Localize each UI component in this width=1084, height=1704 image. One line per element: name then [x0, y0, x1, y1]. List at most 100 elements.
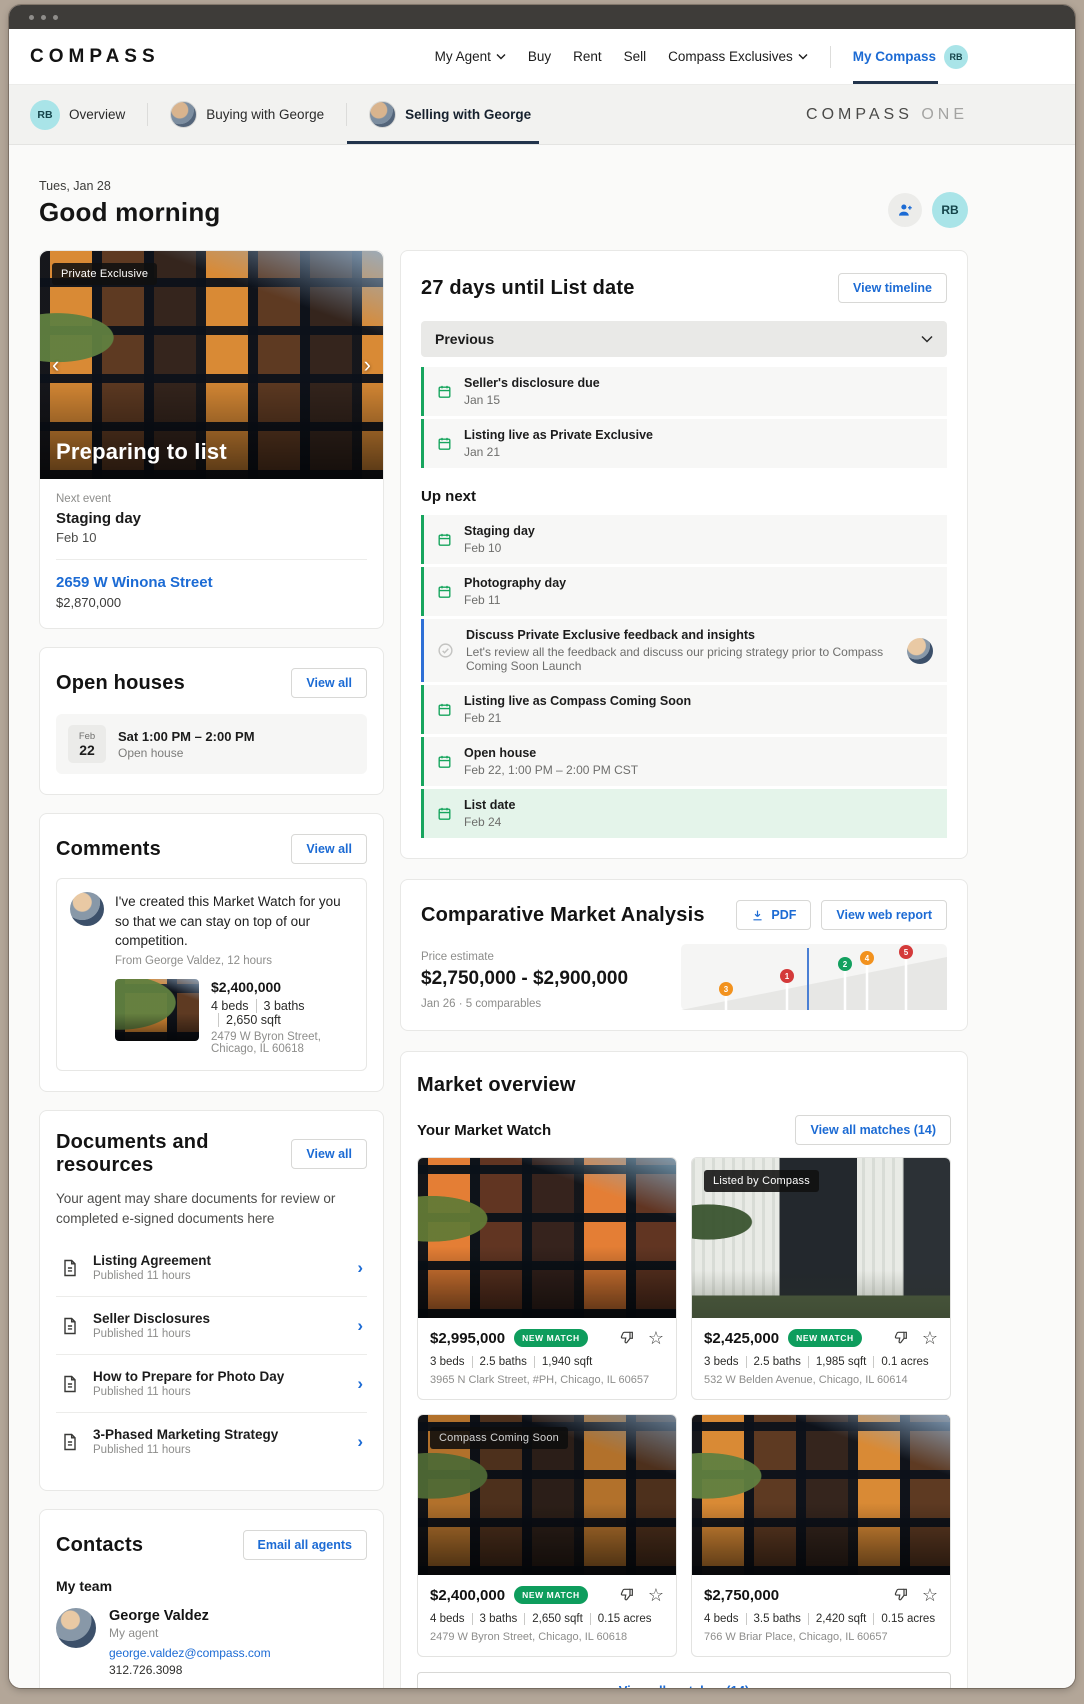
section-title: Market overview: [417, 1074, 576, 1096]
nav-rent[interactable]: Rent: [573, 49, 602, 64]
compass-one-logo: COMPASS ONE: [806, 106, 968, 124]
comment-property[interactable]: $2,400,000 4 beds 3 baths 2,650 sqft 2479 …: [115, 978, 353, 1055]
price-estimate-value: $2,750,000 - $2,900,000: [421, 968, 629, 989]
nav-my-agent[interactable]: My Agent: [435, 49, 506, 64]
star-icon[interactable]: ☆: [922, 1329, 938, 1347]
view-all-matches-button[interactable]: View all matches (14): [795, 1115, 951, 1145]
avatar[interactable]: RB: [944, 44, 968, 69]
carousel-prev-icon[interactable]: ‹: [52, 354, 59, 376]
contact-email-link[interactable]: george.valdez@compass.com: [109, 1646, 271, 1660]
document-name: 3-Phased Marketing Strategy: [93, 1427, 279, 1443]
star-icon[interactable]: ☆: [648, 1586, 664, 1604]
timeline-event[interactable]: Open house Feb 22, 1:00 PM – 2:00 PM CST: [421, 737, 947, 786]
comments-card: Comments View all I've created this Mark…: [39, 813, 384, 1092]
carousel-next-icon[interactable]: ›: [364, 354, 371, 376]
tab-selling-with-george[interactable]: Selling with George: [347, 85, 553, 144]
comp-marker: 2: [838, 957, 852, 971]
chevron-down-icon: [798, 53, 808, 60]
chevron-right-icon: ›: [357, 1316, 363, 1336]
open-house-row[interactable]: Feb 22 Sat 1:00 PM – 2:00 PM Open house: [56, 714, 367, 774]
comp-marker: 1: [780, 969, 794, 983]
task-title: Discuss Private Exclusive feedback and i…: [466, 628, 756, 642]
comment-meta: From George Valdez, 12 hours: [115, 954, 273, 967]
invite-person-button[interactable]: [888, 193, 922, 227]
view-all-matches-footer-button[interactable]: View all matches (14): [417, 1672, 951, 1688]
document-row[interactable]: How to Prepare for Photo Day Published 11…: [56, 1355, 367, 1414]
nav-label: Buy: [527, 49, 552, 64]
property-card[interactable]: Compass Coming Soon $2,400,000 New match…: [417, 1414, 677, 1657]
thumbs-down-icon[interactable]: [893, 1330, 909, 1346]
event-date: Feb 11: [464, 593, 501, 607]
event-title: Listing live as Private Exclusive: [464, 428, 653, 442]
view-web-report-button[interactable]: View web report: [821, 900, 947, 930]
view-all-open-houses-button[interactable]: View all: [291, 668, 367, 698]
compass-logo[interactable]: COMPASS: [30, 46, 160, 68]
timeline-event[interactable]: Photography day Feb 11: [421, 567, 947, 616]
timeline-event[interactable]: Staging day Feb 10: [421, 515, 947, 564]
property-card[interactable]: $2,995,000 New match ☆ 3 beds 2.5 baths 1,…: [417, 1157, 677, 1400]
calendar-icon: [437, 806, 452, 821]
date-month: Feb: [78, 730, 96, 742]
timeline-event[interactable]: Listing live as Private Exclusive Jan 21: [421, 419, 947, 468]
property-spec: 4 beds: [704, 1613, 739, 1625]
email-all-agents-button[interactable]: Email all agents: [242, 1530, 367, 1561]
document-row[interactable]: Listing Agreement Published 11 hours ›: [56, 1239, 367, 1298]
document-row[interactable]: 3-Phased Marketing Strategy Published 11 …: [56, 1413, 367, 1470]
document-icon: [60, 1432, 80, 1452]
calendar-icon: [437, 384, 452, 399]
property-price: $2,995,000: [430, 1329, 506, 1347]
check-circle-icon[interactable]: [437, 642, 454, 659]
timeline-event[interactable]: Listing live as Compass Coming Soon Feb …: [421, 685, 947, 734]
view-all-comments-button[interactable]: View all: [291, 834, 367, 864]
photo-badge: Listed by Compass: [704, 1170, 819, 1192]
listing-address-link[interactable]: 2659 W Winona Street: [56, 574, 367, 591]
thumbs-down-icon[interactable]: [619, 1330, 635, 1346]
timeline-task[interactable]: Discuss Private Exclusive feedback and i…: [421, 619, 947, 682]
window-dot[interactable]: [29, 14, 34, 20]
star-icon[interactable]: ☆: [648, 1329, 664, 1347]
brand-text: COMPASS: [806, 105, 913, 123]
property-price: $2,425,000: [704, 1329, 780, 1347]
chevron-down-icon: [496, 53, 506, 60]
nav-compass-exclusives[interactable]: Compass Exclusives: [668, 49, 808, 64]
event-date: Feb 21: [464, 711, 502, 725]
timeline-event[interactable]: Seller's disclosure due Jan 15: [421, 367, 947, 416]
thumbs-down-icon[interactable]: [619, 1587, 635, 1603]
market-overview-card: Market overview Your Market Watch View a…: [400, 1051, 968, 1688]
property-spec: 4 beds: [211, 998, 249, 1013]
timeline-event-list-date[interactable]: List date Feb 24: [421, 789, 947, 838]
nav-my-compass[interactable]: My Compass RB: [852, 29, 968, 84]
star-icon[interactable]: ☆: [922, 1586, 938, 1604]
listing-photo[interactable]: Private Exclusive ‹ › Preparing to list: [40, 251, 383, 479]
workspace-tabbar: RB Overview Buying with George Selling w…: [9, 85, 1075, 145]
property-card[interactable]: $2,750,000 ☆ 4 beds 3.5 baths 2,420 sqft 0.…: [691, 1414, 951, 1657]
app-window: COMPASS My Agent Buy Rent Sell Compass E…: [9, 5, 1075, 1688]
chevron-right-icon: ›: [357, 1258, 363, 1278]
property-address: 2479 W Byron Street, Chicago, IL 60618: [211, 1030, 321, 1055]
tab-buying-with-george[interactable]: Buying with George: [148, 85, 346, 144]
thumbs-down-icon[interactable]: [893, 1587, 909, 1603]
window-dot[interactable]: [41, 14, 46, 20]
window-dot[interactable]: [53, 14, 58, 20]
document-row[interactable]: Seller Disclosures Published 11 hours ›: [56, 1297, 367, 1356]
property-card[interactable]: Listed by Compass $2,425,000 New match ☆: [691, 1157, 951, 1400]
comp-marker: 4: [860, 951, 874, 965]
nav-sell[interactable]: Sell: [624, 49, 647, 64]
contact-phone: 312.726.3098: [109, 1663, 183, 1678]
view-timeline-button[interactable]: View timeline: [838, 273, 947, 303]
listing-status-card: Private Exclusive ‹ › Preparing to list …: [39, 250, 384, 629]
download-pdf-button[interactable]: PDF: [736, 900, 812, 930]
property-spec: 0.15 acres: [873, 1613, 935, 1625]
tab-overview[interactable]: RB Overview: [30, 85, 147, 144]
comparables-chart[interactable]: 3 1 2 4 5: [681, 944, 947, 1010]
nav-buy[interactable]: Buy: [528, 49, 551, 64]
avatar[interactable]: RB: [932, 192, 968, 228]
next-event-title: Staging day: [56, 510, 142, 527]
property-address: 3965 N Clark Street, #PH, Chicago, IL 60…: [430, 1374, 650, 1386]
previous-events-toggle[interactable]: Previous: [421, 321, 947, 357]
comment-item[interactable]: I've created this Market Watch for you s…: [56, 878, 367, 1071]
new-match-badge: New match: [788, 1329, 862, 1347]
brand-text: ONE: [921, 105, 968, 123]
event-date: Feb 10: [464, 541, 502, 555]
view-all-documents-button[interactable]: View all: [291, 1138, 367, 1169]
